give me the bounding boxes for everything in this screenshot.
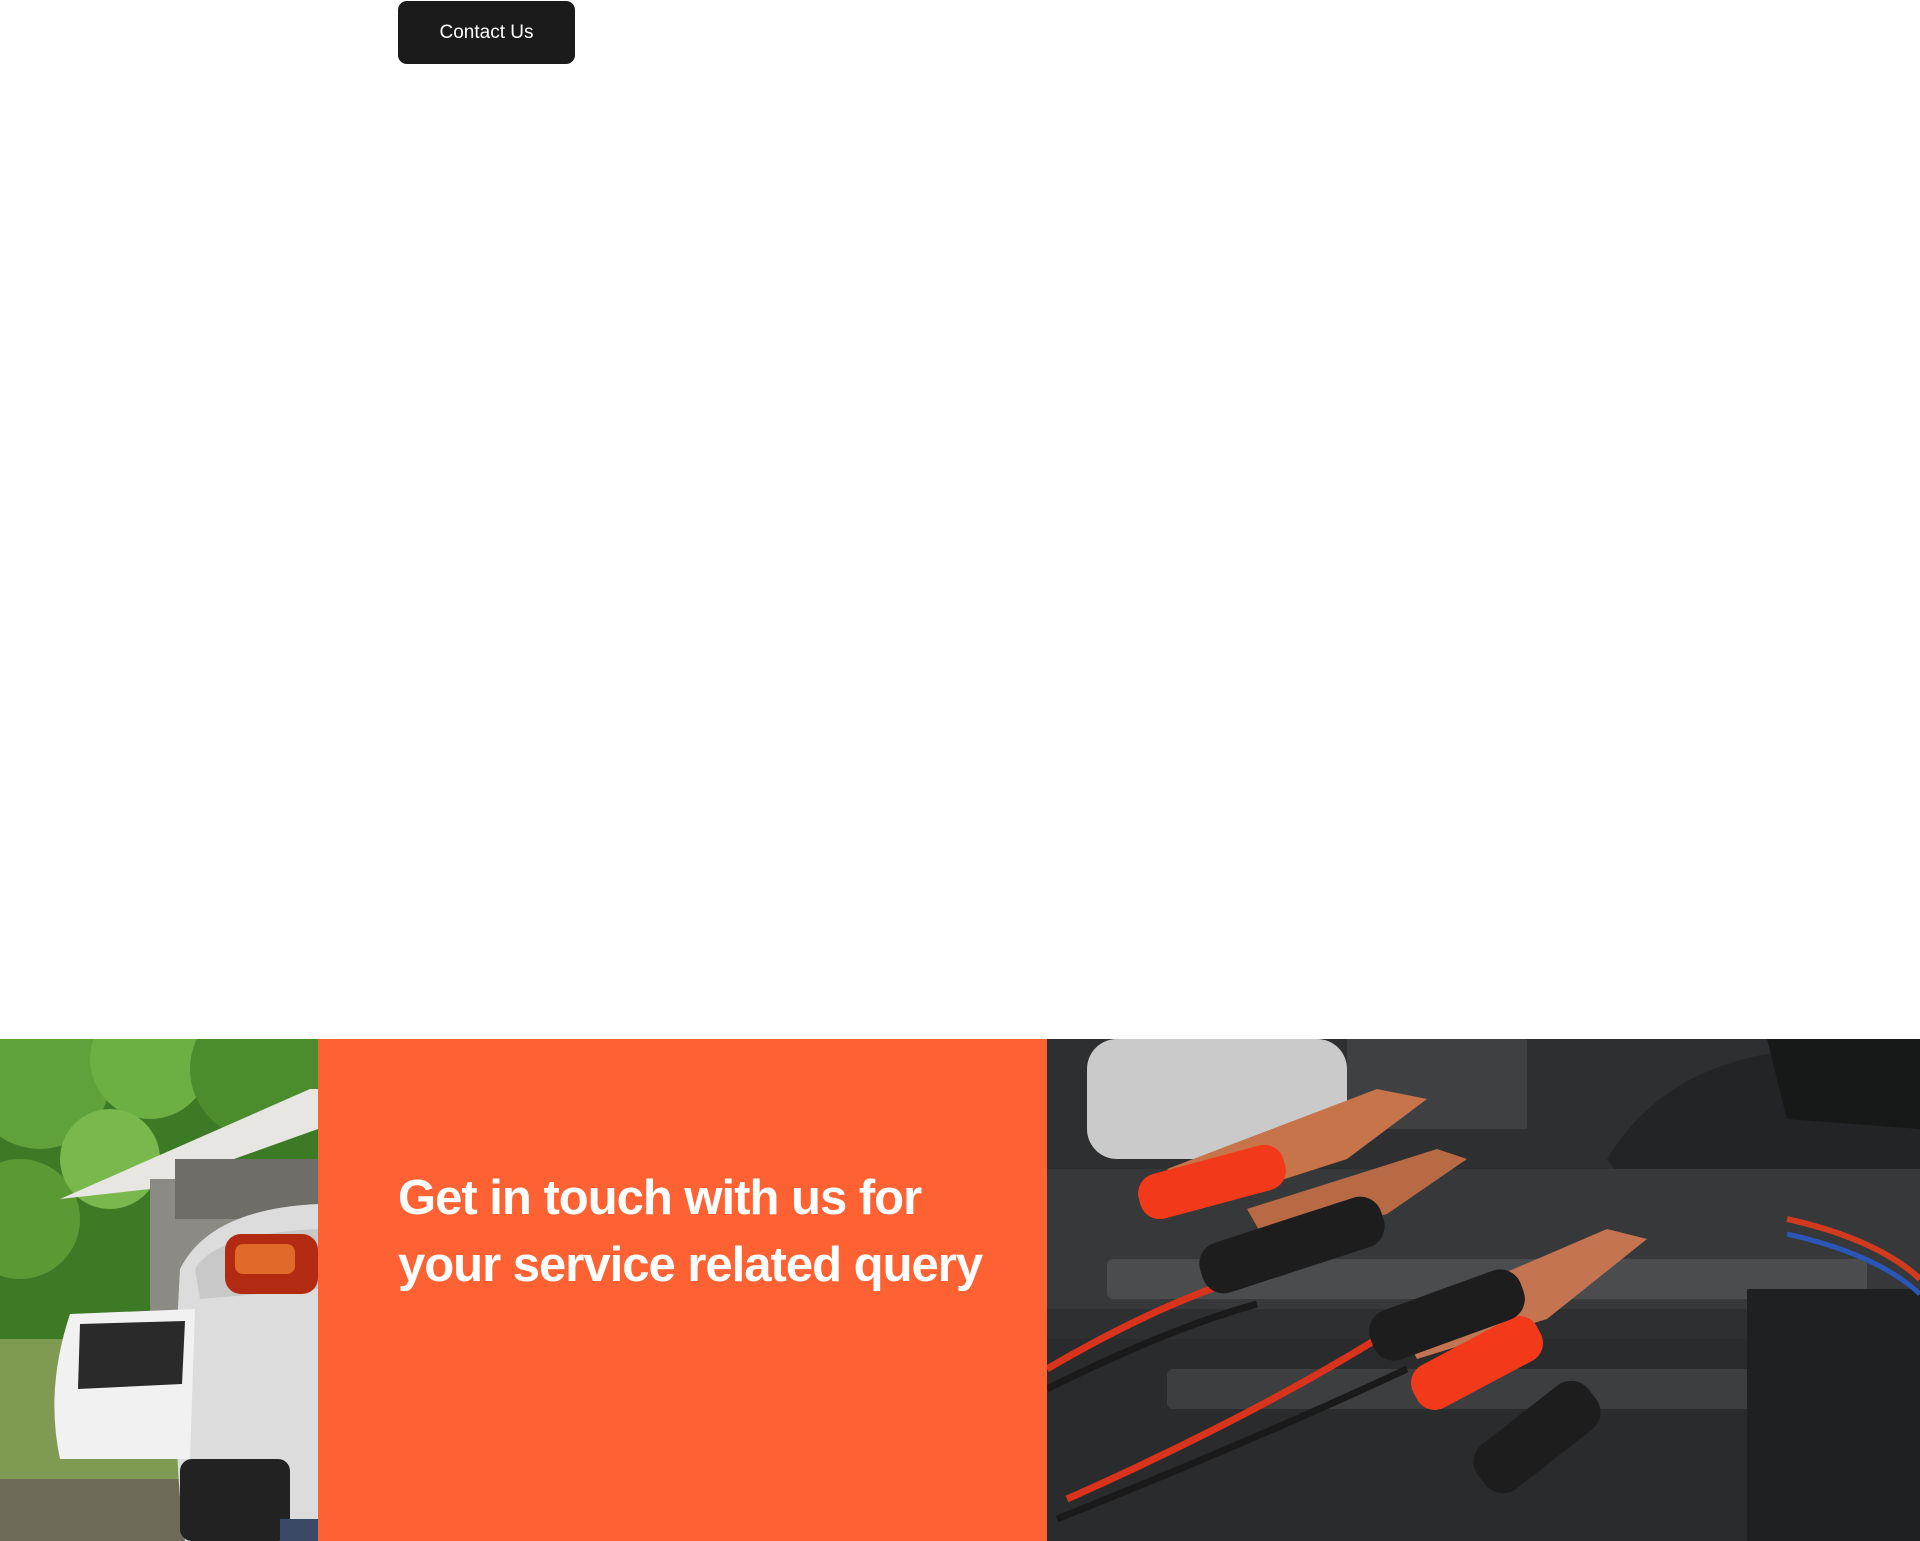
contact-us-button[interactable]: Contact Us: [398, 1, 575, 64]
contact-cta-section: Get in touch with us for your service re…: [0, 1039, 1920, 1541]
cta-panel: Get in touch with us for your service re…: [318, 1039, 1047, 1541]
cta-heading-line-2: your service related query: [398, 1238, 983, 1292]
cta-heading: Get in touch with us for your service re…: [398, 1165, 998, 1299]
car-in-driveway-photo: [0, 1039, 318, 1541]
cta-heading-line-1: Get in touch with us for: [398, 1171, 922, 1225]
jumper-cables-engine-photo: [1047, 1039, 1920, 1541]
